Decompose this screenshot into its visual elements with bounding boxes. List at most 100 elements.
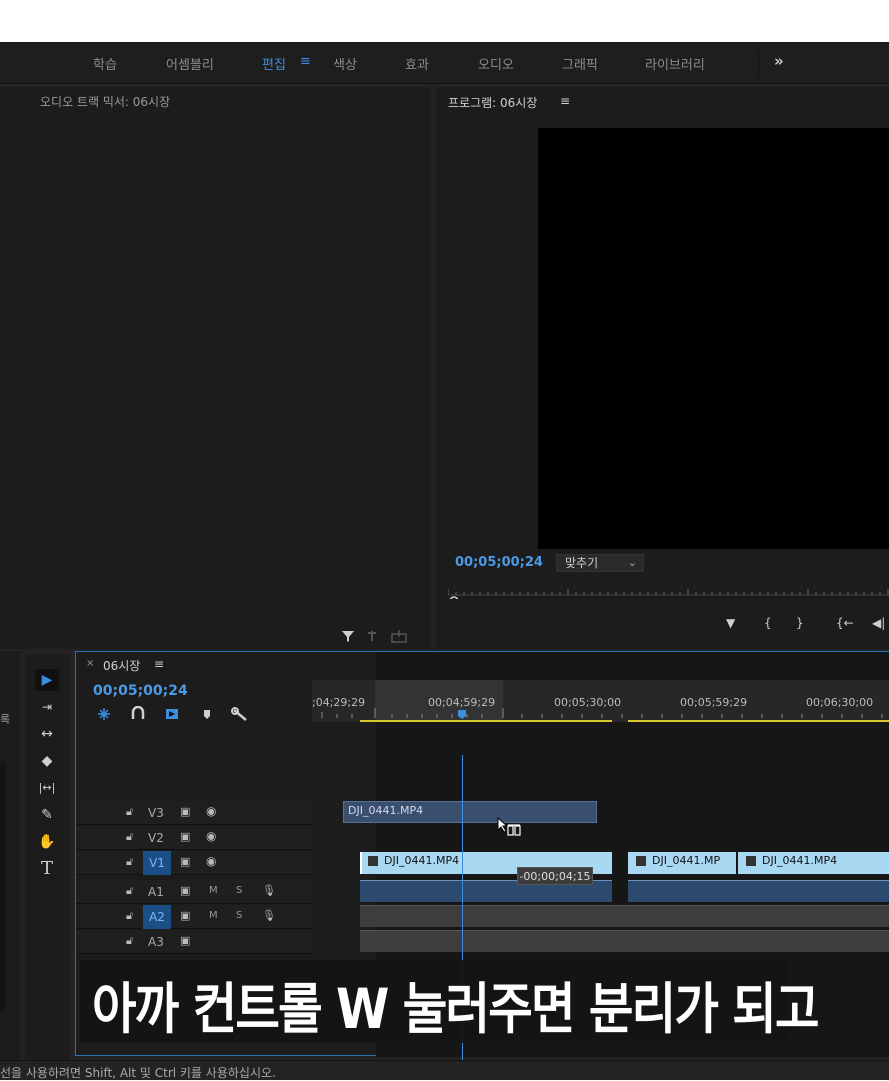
sync-lock-icon[interactable]: ▣ — [180, 934, 190, 947]
lock-icon[interactable]: 🔓︎ — [126, 909, 133, 923]
fit-dropdown[interactable]: 맞추기 ⌄ — [556, 554, 644, 572]
sync-lock-icon[interactable]: ▣ — [180, 830, 190, 843]
mark-out-icon[interactable]: } — [796, 616, 804, 630]
hand-tool-icon[interactable]: ✋ — [35, 831, 59, 853]
timeline-ruler[interactable]: ;04;29;29 00;04;59;29 00;05;30;00 00;05;… — [312, 680, 889, 722]
add-marker-icon[interactable] — [204, 710, 210, 719]
track-label[interactable]: A2 — [143, 905, 171, 929]
playhead-handle[interactable] — [458, 710, 466, 719]
track-header-v1[interactable]: 🔓︎ V1 ▣ ◉ — [76, 851, 313, 875]
program-time-ruler[interactable] — [448, 587, 889, 599]
sync-lock-icon[interactable]: ▣ — [180, 884, 190, 897]
slip-tool-icon[interactable]: |↔| — [35, 777, 59, 799]
track-label[interactable]: V2 — [148, 831, 164, 845]
workspace-tab-audio[interactable]: 오디오 — [478, 54, 514, 73]
track-label[interactable]: A3 — [148, 935, 164, 949]
workspace-tab-learn[interactable]: 학습 — [93, 54, 117, 73]
eye-icon[interactable]: ◉ — [206, 854, 216, 868]
go-to-in-icon[interactable]: {← — [836, 616, 854, 630]
workspace-divider — [758, 50, 759, 76]
mute-button[interactable]: M — [209, 910, 218, 921]
ripple-edit-tool-icon[interactable]: ↔ — [35, 723, 59, 745]
fit-dropdown-label: 맞추기 — [565, 556, 599, 570]
workspace-tab-assembly[interactable]: 어셈블리 — [166, 54, 214, 73]
fx-badge-icon — [368, 856, 378, 866]
fx-badge-icon — [746, 856, 756, 866]
program-menu-icon[interactable]: ≡ — [560, 94, 570, 108]
lock-icon[interactable]: 🔓︎ — [126, 855, 133, 869]
program-monitor-title[interactable]: 프로그램: 06시장 — [448, 94, 537, 111]
workspace-tab-libraries[interactable]: 라이브러리 — [645, 54, 705, 73]
clip-label: DJI_0441.MP4 — [384, 854, 460, 867]
wrench-icon[interactable] — [231, 707, 247, 721]
filter-icon[interactable] — [342, 631, 354, 642]
lock-icon[interactable]: 🔓︎ — [126, 805, 133, 819]
lock-icon[interactable]: 🔓︎ — [126, 934, 133, 948]
workspace-menu-icon[interactable]: ≡ — [300, 54, 311, 69]
clip-v3-dji-0441[interactable]: DJI_0441.MP4 — [343, 801, 597, 823]
track-header-a1[interactable]: 🔓︎ A1 ▣ M S 🎙︎ — [76, 880, 313, 904]
track-header-v3[interactable]: 🔓︎ V3 ▣ ◉ — [76, 801, 313, 825]
meter-input-icon[interactable] — [368, 631, 376, 641]
step-back-icon[interactable]: ◀| — [872, 616, 885, 630]
track-header-v2[interactable]: 🔓︎ V2 ▣ ◉ — [76, 826, 313, 850]
program-video-frame[interactable] — [538, 128, 889, 549]
linked-selection-icon[interactable] — [166, 709, 178, 719]
tools-panel: ▶ ⇥ ↔ ◆ |↔| ✎ ✋ T — [25, 654, 70, 1060]
project-list-scroll[interactable] — [0, 761, 6, 1011]
clip-a2-audio[interactable] — [360, 905, 889, 927]
selection-tool-icon[interactable]: ▶ — [35, 669, 59, 691]
workspace-tab-color[interactable]: 색상 — [333, 54, 357, 73]
pen-tool-icon[interactable]: ✎ — [35, 804, 59, 826]
premiere-window: 학습 어셈블리 편집 ≡ 색상 효과 오디오 그래픽 라이브러리 » 오디오 트… — [0, 42, 889, 1080]
solo-button[interactable]: S — [236, 910, 242, 921]
track-header-a3[interactable]: 🔓︎ A3 ▣ — [76, 930, 313, 954]
add-marker-icon[interactable]: ▼ — [726, 616, 735, 630]
track-label[interactable]: V3 — [148, 806, 164, 820]
close-icon[interactable]: × — [86, 658, 94, 669]
snap-icon[interactable] — [131, 706, 145, 719]
track-label[interactable]: A1 — [148, 885, 164, 899]
clip-label: DJI_0441.MP4 — [348, 804, 424, 817]
timeline-timecode[interactable]: 00;05;00;24 — [93, 683, 188, 699]
eye-icon[interactable]: ◉ — [206, 829, 216, 843]
mute-button[interactable]: M — [209, 885, 218, 896]
type-tool-icon[interactable]: T — [35, 858, 59, 880]
audio-mixer-title[interactable]: 오디오 트랙 믹서: 06시장 — [40, 93, 170, 110]
solo-button[interactable]: S — [236, 885, 242, 896]
clip-a3-audio[interactable] — [360, 930, 889, 952]
project-panel-edge: 록 — [0, 651, 20, 1060]
export-icon[interactable] — [391, 630, 407, 643]
track-label[interactable]: V1 — [143, 851, 171, 875]
lock-icon[interactable]: 🔓︎ — [126, 830, 133, 844]
more-workspaces-icon[interactable]: » — [774, 52, 784, 70]
sync-lock-icon[interactable]: ▣ — [180, 909, 190, 922]
mark-in-icon[interactable]: { — [764, 616, 772, 630]
sync-lock-icon[interactable]: ▣ — [180, 855, 190, 868]
drag-offset-tooltip: -00;00;04;15 — [517, 867, 593, 885]
track-select-tool-icon[interactable]: ⇥ — [35, 696, 59, 718]
sync-lock-icon[interactable]: ▣ — [180, 805, 190, 818]
track-header-a2[interactable]: 🔓︎ A2 ▣ M S 🎙︎ — [76, 905, 313, 929]
clip-v1-dji-0441-b[interactable]: DJI_0441.MP — [628, 852, 736, 874]
workspace-tab-editing[interactable]: 편집 — [262, 54, 286, 73]
clip-label: DJI_0441.MP4 — [762, 854, 838, 867]
clip-a1-audio-b[interactable] — [628, 880, 889, 902]
mic-icon[interactable]: 🎙︎ — [262, 909, 276, 922]
program-timecode[interactable]: 00;05;00;24 — [455, 555, 543, 570]
timeline-toolbar — [98, 706, 247, 721]
mic-icon[interactable]: 🎙︎ — [262, 884, 276, 897]
workspace-tab-graphics[interactable]: 그래픽 — [562, 54, 598, 73]
sequence-tab[interactable]: 06시장 — [103, 657, 140, 674]
sequence-menu-icon[interactable]: ≡ — [154, 657, 164, 671]
status-bar: 선을 사용하려면 Shift, Alt 및 Ctrl 키를 사용하십시오. — [0, 1060, 889, 1080]
program-playhead-knob[interactable] — [449, 596, 459, 599]
status-text: 선을 사용하려면 Shift, Alt 및 Ctrl 키를 사용하십시오. — [0, 1066, 276, 1080]
eye-icon[interactable]: ◉ — [206, 804, 216, 818]
nest-toggle-icon[interactable] — [98, 708, 110, 720]
razor-tool-icon[interactable]: ◆ — [35, 750, 59, 772]
ruler-ticks — [321, 708, 889, 722]
lock-icon[interactable]: 🔓︎ — [126, 884, 133, 898]
workspace-tab-effects[interactable]: 효과 — [405, 54, 429, 73]
clip-v1-dji-0441-c[interactable]: DJI_0441.MP4 — [738, 852, 889, 874]
